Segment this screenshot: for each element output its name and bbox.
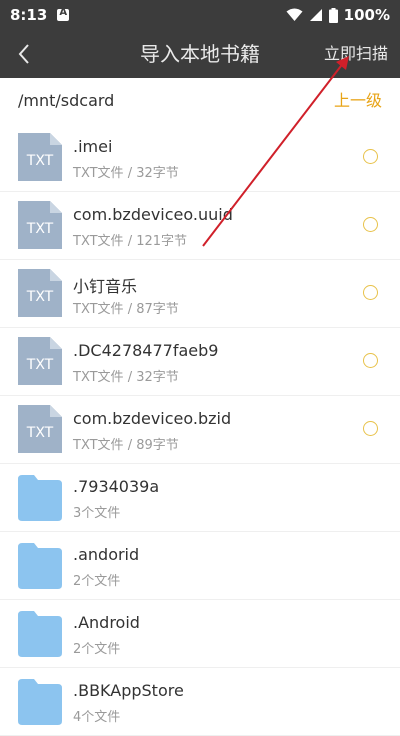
file-name: 小钉音乐	[73, 277, 138, 296]
file-row[interactable]: .BBKAppStore 4个文件	[0, 668, 400, 736]
status-time: 8:13	[10, 6, 48, 24]
folder-icon	[18, 611, 62, 657]
file-row[interactable]: .andorid 2个文件	[0, 532, 400, 600]
file-meta: TXT文件 / 32字节	[73, 370, 179, 385]
file-name: .BBKAppStore	[73, 681, 184, 700]
file-name: .7934039a	[73, 477, 160, 496]
select-radio[interactable]	[363, 353, 378, 368]
battery-percent: 100%	[343, 6, 390, 24]
back-arrow-icon	[18, 44, 29, 64]
folder-icon	[18, 543, 62, 589]
file-name: .imei	[73, 137, 113, 156]
select-radio[interactable]	[363, 421, 378, 436]
txt-file-icon: TXT	[18, 269, 62, 317]
txt-icon-label: TXT	[26, 289, 54, 305]
select-radio[interactable]	[363, 285, 378, 300]
file-meta: 2个文件	[73, 574, 121, 589]
back-button[interactable]	[10, 40, 38, 68]
file-meta: TXT文件 / 87字节	[73, 302, 179, 317]
path-bar: /mnt/sdcard 上一级	[0, 78, 400, 125]
file-meta: TXT文件 / 89字节	[73, 438, 179, 453]
signal-icon	[309, 9, 322, 21]
txt-file-icon: TXT	[18, 201, 62, 249]
file-list: TXT .imei TXT文件 / 32字节 TXT com.bzdeviceo.uui…	[0, 124, 400, 736]
select-radio[interactable]	[363, 217, 378, 232]
file-row[interactable]: TXT .DC4278477faeb9 TXT文件 / 32字节	[0, 328, 400, 396]
file-name: .Android	[73, 613, 140, 632]
txt-icon-label: TXT	[26, 221, 54, 237]
file-name: com.bzdeviceo.uuid	[73, 205, 233, 224]
up-level-button[interactable]: 上一级	[334, 78, 382, 124]
file-name: .andorid	[73, 545, 140, 564]
file-meta: 3个文件	[73, 506, 121, 521]
txt-icon-label: TXT	[26, 357, 54, 373]
scan-button[interactable]: 立即扫描	[324, 30, 388, 78]
txt-file-icon: TXT	[18, 337, 62, 385]
file-row[interactable]: .7934039a 3个文件	[0, 464, 400, 532]
file-meta: TXT文件 / 121字节	[73, 234, 188, 249]
folder-icon	[18, 679, 62, 725]
wifi-icon	[286, 8, 303, 21]
txt-file-icon: TXT	[18, 133, 62, 181]
file-meta: 4个文件	[73, 710, 121, 725]
status-icons: 100%	[286, 6, 390, 24]
select-radio[interactable]	[363, 149, 378, 164]
file-name: .DC4278477faeb9	[73, 341, 219, 360]
file-row[interactable]: TXT 小钉音乐 TXT文件 / 87字节	[0, 260, 400, 328]
battery-icon	[328, 7, 338, 23]
file-meta: TXT文件 / 32字节	[73, 166, 179, 181]
file-row[interactable]: TXT com.bzdeviceo.uuid TXT文件 / 121字节	[0, 192, 400, 260]
current-path: /mnt/sdcard	[18, 91, 115, 110]
folder-icon	[18, 475, 62, 521]
file-row[interactable]: .Android 2个文件	[0, 600, 400, 668]
file-meta: 2个文件	[73, 642, 121, 657]
notification-a-icon	[57, 7, 70, 21]
status-bar: 8:13 100%	[0, 0, 400, 30]
file-name: com.bzdeviceo.bzid	[73, 409, 232, 428]
file-row[interactable]: TXT com.bzdeviceo.bzid TXT文件 / 89字节	[0, 396, 400, 464]
file-row[interactable]: TXT .imei TXT文件 / 32字节	[0, 124, 400, 192]
txt-file-icon: TXT	[18, 405, 62, 453]
title-bar: 导入本地书籍 立即扫描	[0, 30, 400, 78]
txt-icon-label: TXT	[26, 425, 54, 441]
txt-icon-label: TXT	[26, 153, 54, 169]
